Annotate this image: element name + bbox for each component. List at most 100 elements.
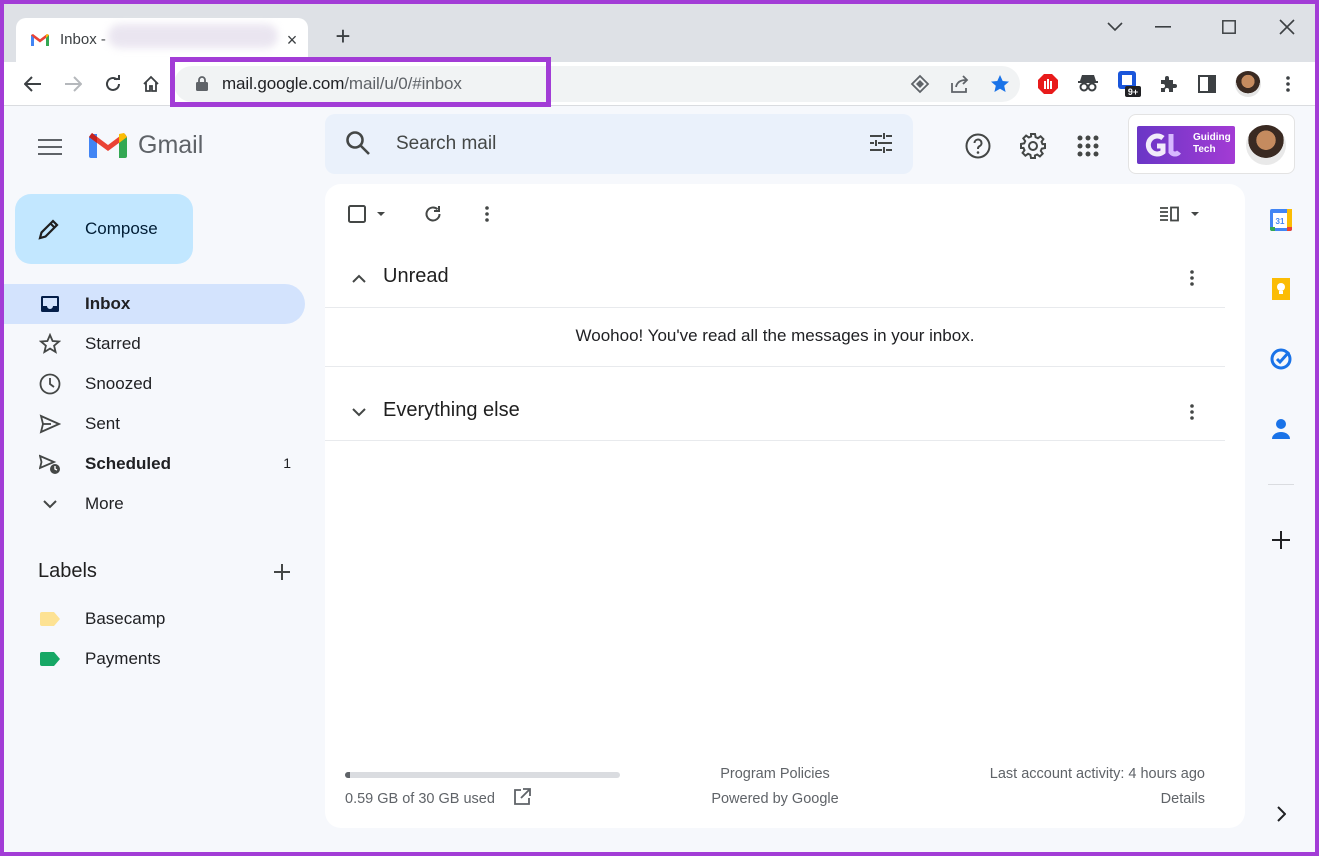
sidebar-item-sent[interactable]: Sent <box>4 404 305 444</box>
reload-icon[interactable] <box>98 69 128 99</box>
browser-menu-icon[interactable] <box>1273 69 1303 99</box>
main-menu-icon[interactable] <box>34 131 66 163</box>
select-checkbox[interactable] <box>347 202 391 226</box>
search-bar[interactable]: Search mail <box>325 114 913 174</box>
tab-title-redacted <box>108 24 278 48</box>
last-activity-text: Last account activity: 4 hours ago <box>989 766 1205 782</box>
extension-badge-count: 9+ <box>1128 87 1138 97</box>
open-storage-icon[interactable] <box>513 788 531 810</box>
chevron-up-icon[interactable] <box>347 266 371 290</box>
create-label-icon[interactable] <box>270 560 294 584</box>
gmail-logo-icon[interactable] <box>88 130 128 165</box>
label-tag-icon <box>40 652 60 666</box>
label-item-basecamp[interactable]: Basecamp <box>4 599 305 639</box>
empty-inbox-message: Woohoo! You've read all the messages in … <box>575 326 975 345</box>
refresh-icon[interactable] <box>421 202 445 226</box>
details-link[interactable]: Details <box>1105 791 1205 807</box>
compose-button[interactable]: Compose <box>15 194 193 264</box>
scheduled-send-icon <box>38 452 62 476</box>
chevron-down-icon[interactable] <box>347 400 371 424</box>
sidebar-item-label: More <box>85 494 124 513</box>
extensions-puzzle-icon[interactable] <box>1153 69 1183 99</box>
sidebar-item-label: Starred <box>85 334 141 353</box>
storage-usage-fill <box>345 772 351 778</box>
account-avatar[interactable] <box>1246 125 1286 165</box>
compose-label: Compose <box>85 219 158 238</box>
chevron-down-icon <box>38 492 62 516</box>
section-options-icon[interactable] <box>1180 266 1204 290</box>
calendar-icon[interactable]: 31 <box>1268 207 1294 233</box>
divider <box>325 366 1225 367</box>
section-title[interactable]: Unread <box>383 265 449 288</box>
message-list-panel: Unread Woohoo! You've read all the messa… <box>325 184 1245 828</box>
sidebar-item-more[interactable]: More <box>4 484 305 524</box>
sidebar-item-label: Scheduled <box>85 454 171 473</box>
gmail-favicon-icon <box>30 32 50 48</box>
label-name: Payments <box>85 649 161 668</box>
label-name: Basecamp <box>85 609 166 628</box>
split-pane-toggle-icon[interactable] <box>1159 202 1203 226</box>
label-item-payments[interactable]: Payments <box>4 639 305 679</box>
browser-tab-inbox[interactable]: Inbox - × <box>16 18 308 62</box>
share-icon[interactable] <box>948 72 972 96</box>
scheduled-count: 1 <box>283 455 291 471</box>
adblock-extension-icon[interactable] <box>1033 69 1063 99</box>
back-icon[interactable] <box>18 69 48 99</box>
browser-window: Inbox - × + mail.google.com/mail/u/0/#in… <box>4 4 1315 852</box>
chevron-right-icon[interactable] <box>1268 801 1294 827</box>
settings-gear-icon[interactable] <box>1015 128 1051 164</box>
tasks-icon[interactable] <box>1268 346 1294 372</box>
google-apps-grid-icon[interactable] <box>1070 128 1106 164</box>
search-input[interactable]: Search mail <box>396 133 496 155</box>
side-panel-icon[interactable] <box>1192 69 1222 99</box>
sidebar-item-inbox[interactable]: Inbox <box>4 284 305 324</box>
tab-title: Inbox - <box>60 31 106 48</box>
forward-icon[interactable] <box>58 69 88 99</box>
contacts-icon[interactable] <box>1268 416 1294 442</box>
gmail-wordmark[interactable]: Gmail <box>138 131 203 160</box>
new-tab-button[interactable]: + <box>330 23 356 50</box>
rail-divider <box>1268 484 1294 485</box>
extension-badge-icon[interactable]: 9+ <box>1114 69 1144 99</box>
search-icon[interactable] <box>345 130 371 161</box>
labels-heading: Labels <box>38 560 97 582</box>
sidebar-item-label: Sent <box>85 414 120 433</box>
storage-text[interactable]: 0.59 GB of 30 GB used <box>345 791 495 807</box>
bookmark-star-icon[interactable] <box>988 72 1012 96</box>
sidebar-item-label: Inbox <box>85 294 131 313</box>
maximize-icon[interactable] <box>1214 12 1244 42</box>
keep-icon[interactable] <box>1268 276 1294 302</box>
add-addon-icon[interactable] <box>1268 527 1294 553</box>
profile-avatar[interactable] <box>1233 69 1263 99</box>
label-tag-icon <box>40 612 60 626</box>
tab-strip: Inbox - × + <box>4 4 1315 62</box>
url-highlight-box <box>170 57 551 107</box>
close-window-icon[interactable] <box>1272 12 1302 42</box>
program-policies-link[interactable]: Program Policies <box>705 766 845 782</box>
divider <box>325 440 1225 441</box>
star-icon <box>38 332 62 356</box>
close-tab-icon[interactable]: × <box>282 30 302 50</box>
incognito-extension-icon[interactable] <box>1073 69 1103 99</box>
support-help-icon[interactable] <box>960 128 996 164</box>
more-options-icon[interactable] <box>475 202 499 226</box>
search-options-icon[interactable] <box>869 131 893 160</box>
minimize-icon[interactable] <box>1148 12 1178 42</box>
section-options-icon[interactable] <box>1180 400 1204 424</box>
clock-icon <box>38 372 62 396</box>
account-switcher[interactable]: Guiding Tech <box>1128 114 1295 174</box>
browser-toolbar: mail.google.com/mail/u/0/#inbox 9+ <box>4 57 1315 107</box>
storage-usage-bar <box>345 772 620 778</box>
sidebar-item-snoozed[interactable]: Snoozed <box>4 364 305 404</box>
brand-line-2: Tech <box>1193 144 1216 155</box>
sidebar-item-scheduled[interactable]: Scheduled 1 <box>4 444 305 484</box>
home-icon[interactable] <box>136 69 166 99</box>
sidebar-item-label: Snoozed <box>85 374 153 393</box>
tab-search-icon[interactable] <box>1100 12 1130 42</box>
send-icon <box>38 412 62 436</box>
sidebar-item-starred[interactable]: Starred <box>4 324 305 364</box>
powered-by-text: Powered by Google <box>711 791 839 807</box>
guiding-tech-wordmark: Guiding Tech <box>1193 132 1231 156</box>
section-title[interactable]: Everything else <box>383 399 520 422</box>
install-app-icon[interactable] <box>908 72 932 96</box>
